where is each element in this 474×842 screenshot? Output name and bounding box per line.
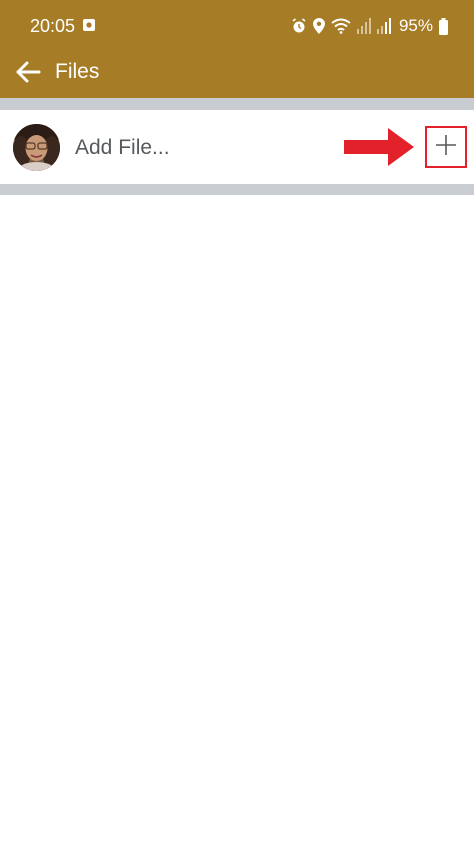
battery-icon — [439, 17, 448, 35]
plus-icon — [435, 134, 457, 161]
alarm-icon — [291, 18, 307, 34]
location-icon — [312, 18, 325, 34]
status-bar: 20:05 95% — [0, 0, 474, 50]
app-bar: 20:05 95% Files — [0, 0, 474, 98]
files-list-area — [0, 195, 474, 842]
add-file-row[interactable]: Add File... — [0, 110, 474, 184]
notification-icon — [82, 18, 96, 32]
back-button[interactable] — [8, 54, 48, 94]
signal-icon — [356, 18, 371, 34]
files-screen: 20:05 95% Files Add File... — [0, 0, 474, 842]
toolbar: Files — [0, 50, 474, 98]
divider — [0, 184, 474, 195]
status-time: 20:05 — [30, 16, 76, 36]
add-file-button[interactable] — [425, 126, 467, 168]
battery-percent: 95% — [398, 16, 433, 35]
red-arrow-pointer — [344, 126, 416, 168]
signal-icon — [376, 18, 391, 34]
wifi-icon — [331, 18, 351, 34]
status-icons: 95% — [291, 14, 448, 38]
page-title: Files — [55, 60, 100, 83]
add-file-label: Add File... — [75, 136, 170, 159]
arrow-left-icon — [15, 61, 41, 88]
avatar — [13, 124, 60, 171]
divider — [0, 98, 474, 110]
